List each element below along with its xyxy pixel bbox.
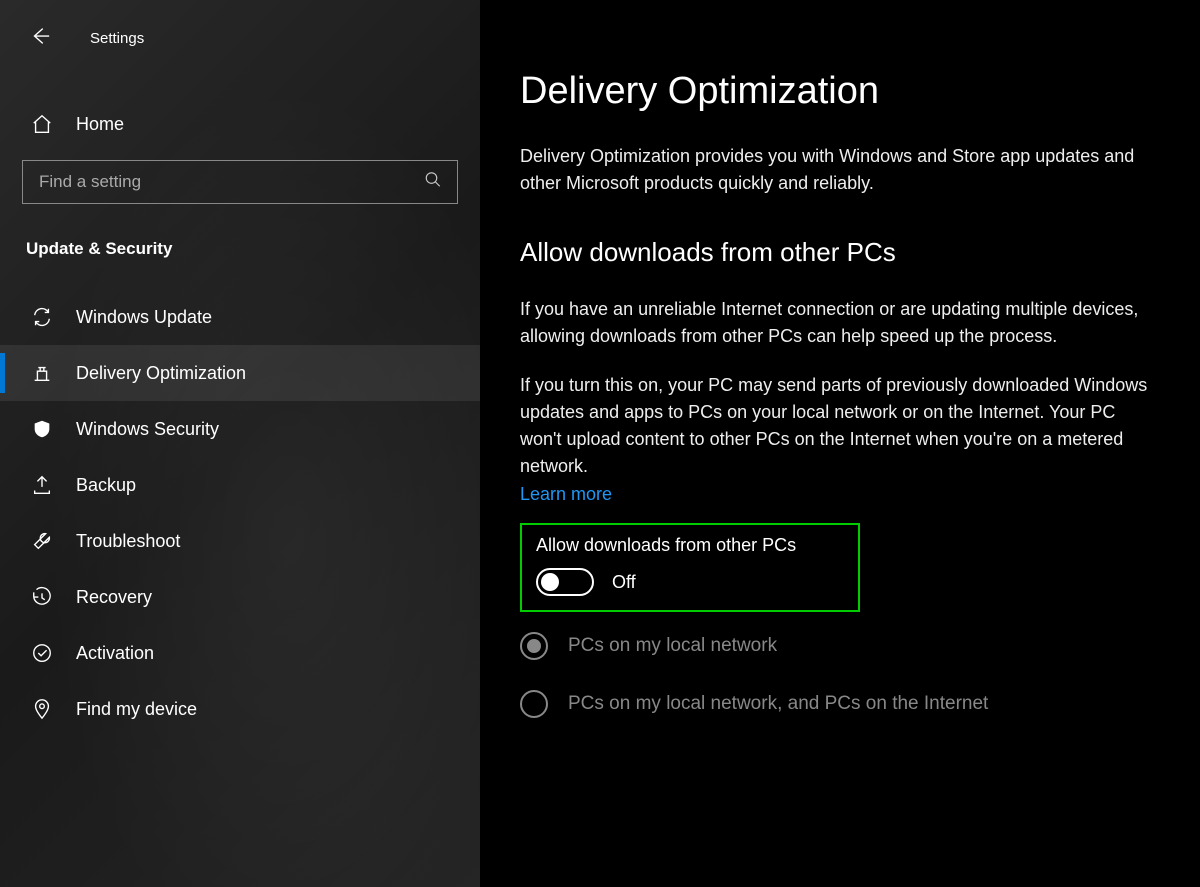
sidebar-item-home[interactable]: Home [0,98,480,150]
toggle-highlight-box: Allow downloads from other PCs Off [520,523,860,612]
toggle-label: Allow downloads from other PCs [536,535,844,556]
sidebar-item-activation[interactable]: Activation [0,625,480,681]
learn-more-link[interactable]: Learn more [520,484,612,505]
sync-icon [30,305,54,329]
sidebar-item-label: Backup [76,475,136,496]
toggle-state: Off [612,572,636,593]
sidebar-item-recovery[interactable]: Recovery [0,569,480,625]
sidebar: Settings Home Update & Security Windows … [0,0,480,887]
back-button[interactable] [20,18,60,58]
check-circle-icon [30,641,54,665]
toggle-row: Off [536,568,844,596]
radio-label: PCs on my local network [568,635,777,657]
delivery-icon [30,361,54,385]
intro-text: Delivery Optimization provides you with … [520,143,1160,197]
page-title: Delivery Optimization [520,70,1160,113]
search-wrap [22,160,458,204]
sidebar-item-label: Delivery Optimization [76,363,246,384]
search-icon [424,171,442,194]
wrench-icon [30,529,54,553]
radio-icon [520,690,548,718]
sidebar-item-troubleshoot[interactable]: Troubleshoot [0,513,480,569]
search-input[interactable] [22,160,458,204]
description-paragraph-1: If you have an unreliable Internet conne… [520,296,1160,350]
section-title: Allow downloads from other PCs [520,237,1160,268]
sidebar-item-label: Find my device [76,699,197,720]
radio-icon [520,632,548,660]
radio-option-internet[interactable]: PCs on my local network, and PCs on the … [520,690,1160,718]
radio-label: PCs on my local network, and PCs on the … [568,693,988,715]
sidebar-item-label: Recovery [76,587,152,608]
location-icon [30,697,54,721]
section-header: Update & Security [0,229,480,279]
recovery-icon [30,585,54,609]
toggle-knob [541,573,559,591]
nav-list: Windows Update Delivery Optimization Win… [0,289,480,737]
content-pane: Delivery Optimization Delivery Optimizat… [480,0,1200,887]
sidebar-item-backup[interactable]: Backup [0,457,480,513]
shield-icon [30,417,54,441]
sidebar-item-label: Troubleshoot [76,531,180,552]
sidebar-item-label: Windows Security [76,419,219,440]
app-title: Settings [90,30,144,47]
home-icon [30,112,54,136]
sidebar-item-delivery-optimization[interactable]: Delivery Optimization [0,345,480,401]
backup-icon [30,473,54,497]
sidebar-item-label: Windows Update [76,307,212,328]
allow-downloads-toggle[interactable] [536,568,594,596]
sidebar-item-find-my-device[interactable]: Find my device [0,681,480,737]
back-arrow-icon [29,25,51,52]
sidebar-item-windows-update[interactable]: Windows Update [0,289,480,345]
sidebar-item-windows-security[interactable]: Windows Security [0,401,480,457]
home-label: Home [76,114,124,135]
description-paragraph-2: If you turn this on, your PC may send pa… [520,372,1160,480]
titlebar: Settings [0,10,480,78]
radio-option-local[interactable]: PCs on my local network [520,632,1160,660]
sidebar-item-label: Activation [76,643,154,664]
